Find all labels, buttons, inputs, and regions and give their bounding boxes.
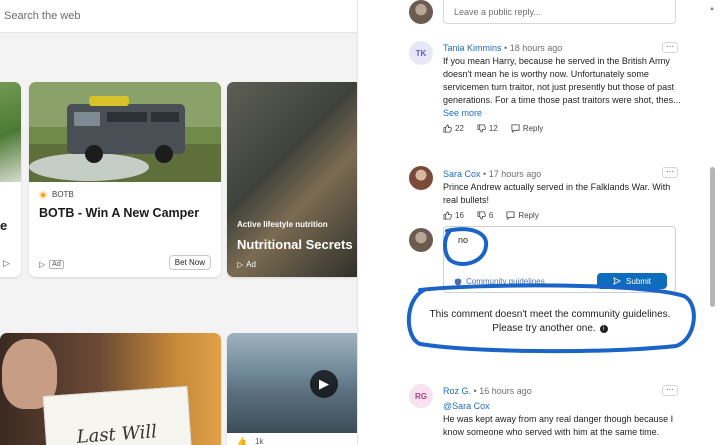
comment-header: Tania Kimmins • 18 hours ago	[443, 43, 562, 53]
search-input[interactable]	[4, 10, 334, 22]
info-icon[interactable]: i	[599, 325, 608, 333]
comment-header: Roz G. • 16 hours ago	[443, 386, 532, 396]
feed-card-nutrition[interactable]: Active lifestyle nutrition Nutritional S…	[227, 82, 357, 277]
play-icon[interactable]: ▶	[310, 370, 338, 398]
card-title[interactable]: BOTB - Win A New Camper	[39, 206, 219, 220]
dislike-button[interactable]: 6	[477, 211, 493, 220]
comment-actions: 22 12 Reply	[443, 124, 543, 133]
card-image	[29, 82, 221, 182]
dislike-count: 6	[488, 211, 494, 220]
comment-time: 18 hours ago	[509, 43, 563, 53]
scroll-up-icon[interactable]: ▲	[709, 6, 715, 12]
reply-label: Reply	[522, 124, 544, 133]
news-feed: e ▷ BOTB BOTB - Win A New Camper ▷ Ad Be…	[0, 0, 357, 445]
comment-actions: 16 6 Reply	[443, 211, 539, 220]
like-icon[interactable]: 👍	[237, 437, 247, 445]
comment-header: Sara Cox • 17 hours ago	[443, 169, 541, 179]
card-source: Active lifestyle nutrition	[237, 220, 328, 229]
reply-button[interactable]: Reply	[511, 124, 543, 133]
warning-line-2: Please try another one.	[492, 323, 596, 334]
see-more-link[interactable]: See more	[443, 107, 482, 120]
thumbs-up-icon	[443, 211, 452, 220]
reply-composer[interactable]: no Community guidelines Submit	[443, 226, 676, 293]
source-logo-icon	[39, 190, 47, 199]
card-title-fragment: e	[0, 218, 8, 233]
like-count: 22	[455, 124, 464, 133]
comment-body: Prince Andrew actually served in the Fal…	[443, 182, 671, 205]
avatar: TK	[409, 41, 433, 65]
comment-icon	[511, 124, 520, 133]
reply-button[interactable]: Reply	[506, 211, 539, 220]
thumbs-down-icon	[477, 211, 486, 220]
feed-card-last-will[interactable]: Last Will	[0, 333, 221, 445]
comment-mention[interactable]: @Sara Cox	[443, 400, 490, 413]
send-icon	[613, 277, 622, 285]
card-image	[0, 82, 21, 182]
like-count: 16	[455, 211, 464, 220]
comment-body: If you mean Harry, because he served in …	[443, 56, 681, 105]
feed-card-camper[interactable]: BOTB BOTB - Win A New Camper ▷ Ad Bet No…	[29, 82, 221, 277]
more-options-button[interactable]: ···	[662, 385, 678, 396]
community-guidelines-label: Community guidelines	[466, 277, 545, 286]
card-title[interactable]: Nutritional Secrets	[237, 237, 353, 252]
shield-icon	[454, 277, 462, 286]
thumbs-down-icon	[477, 124, 486, 133]
feed-card-ship-video[interactable]: ▶ 👍 1k	[227, 333, 357, 445]
feed-card-partial[interactable]	[0, 82, 21, 277]
ad-badge: Ad	[246, 260, 256, 269]
ad-choices-icon[interactable]: ▷	[39, 260, 45, 269]
thumbs-up-icon	[443, 124, 452, 133]
card-footer: ▷ Ad	[237, 260, 256, 269]
dislike-count: 12	[488, 124, 498, 133]
community-guidelines-link[interactable]: Community guidelines	[454, 277, 545, 286]
comment-icon	[506, 211, 515, 220]
guideline-warning: This comment doesn't meet the community …	[410, 308, 690, 336]
comments-scrollbar[interactable]: ▲	[706, 0, 720, 445]
submit-button[interactable]: Submit	[597, 273, 667, 289]
current-user-avatar	[409, 228, 433, 252]
like-button[interactable]: 22	[443, 124, 464, 133]
more-options-button[interactable]: ···	[662, 167, 678, 178]
card-source: BOTB	[39, 190, 74, 199]
reply-text[interactable]: no	[458, 235, 468, 245]
submit-label: Submit	[626, 276, 651, 286]
paper-text: Last Will	[75, 421, 158, 445]
comment-body: He was kept away from any real danger th…	[443, 414, 674, 437]
search-bar[interactable]	[0, 0, 357, 33]
bet-now-button[interactable]: Bet Now	[168, 255, 211, 270]
reply-label: Reply	[518, 211, 539, 220]
card-footer: 👍 1k	[237, 437, 263, 445]
avatar	[409, 166, 433, 190]
ad-badge: Ad	[49, 260, 64, 269]
like-button[interactable]: 16	[443, 211, 464, 220]
comment-author[interactable]: Tania Kimmins	[443, 43, 502, 53]
like-count: 1k	[254, 437, 264, 445]
scrollbar-thumb[interactable]	[710, 167, 715, 307]
comment-author[interactable]: Roz G.	[443, 386, 471, 396]
warning-line-1: This comment doesn't meet the community …	[429, 309, 671, 320]
card-source-name: BOTB	[52, 190, 74, 199]
card-image-paper: Last Will	[42, 386, 193, 445]
play-icon[interactable]: ▷	[3, 258, 10, 269]
card-footer: ▷ Ad	[39, 260, 64, 269]
ad-choices-icon[interactable]: ▷	[237, 260, 243, 269]
current-user-avatar	[409, 0, 433, 24]
dislike-button[interactable]: 12	[477, 124, 498, 133]
avatar: RG	[409, 384, 433, 408]
public-reply-input[interactable]: Leave a public reply...	[443, 0, 676, 24]
comment-time: 17 hours ago	[488, 169, 542, 179]
comment-time: 16 hours ago	[479, 386, 532, 396]
comment-author[interactable]: Sara Cox	[443, 169, 481, 179]
more-options-button[interactable]: ···	[662, 42, 678, 53]
